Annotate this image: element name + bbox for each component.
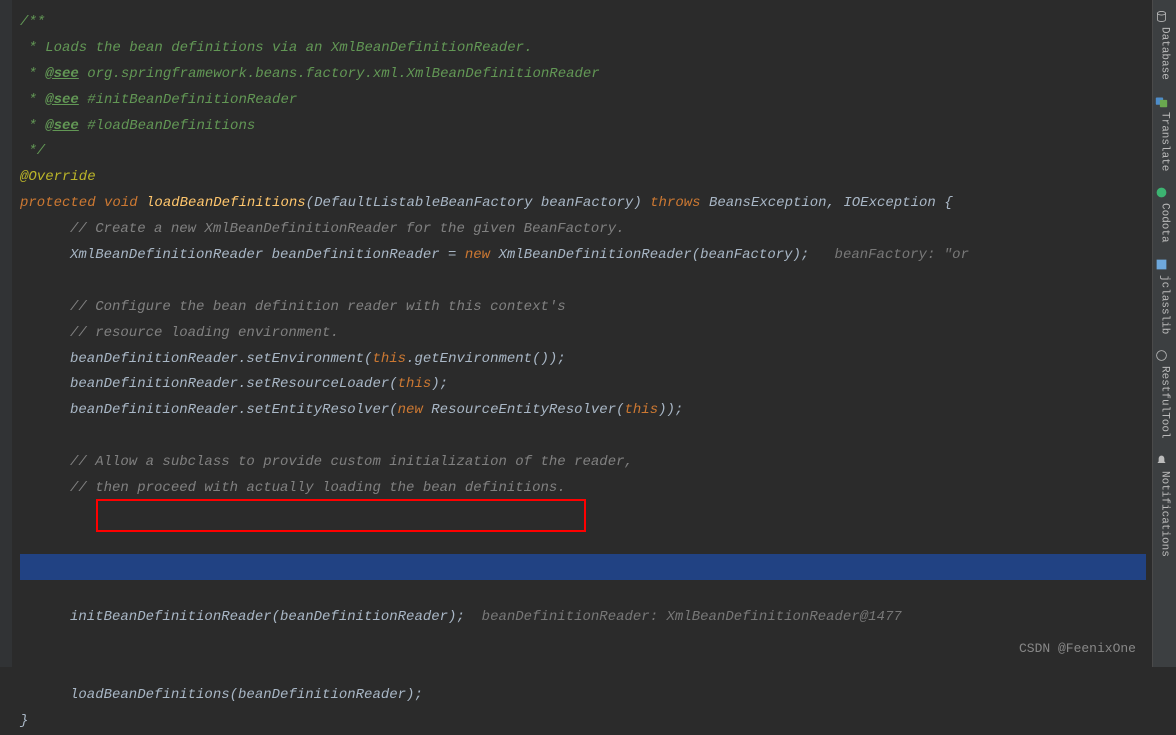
call-setenv-a: beanDefinitionReader.setEnvironment( bbox=[70, 351, 372, 367]
restful-icon bbox=[1158, 349, 1171, 362]
see-link-1: org.springframework.beans.factory.xml.Xm… bbox=[79, 66, 600, 82]
call-setresolver-a: beanDefinitionReader.setEntityResolver( bbox=[70, 402, 398, 418]
decl-1: XmlBeanDefinitionReader beanDefinitionRe… bbox=[70, 247, 465, 263]
inline-hint-1: beanFactory: "or bbox=[809, 247, 969, 263]
sidebar-item-database[interactable]: Database bbox=[1154, 10, 1174, 80]
sidebar-label: RestfulTool bbox=[1154, 366, 1174, 439]
comment-2: // Configure the bean definition reader … bbox=[70, 299, 566, 315]
database-icon bbox=[1158, 10, 1171, 23]
kw-this: this bbox=[625, 402, 659, 418]
sidebar-label: Codota bbox=[1154, 203, 1174, 243]
ctor-1: XmlBeanDefinitionReader(beanFactory); bbox=[498, 247, 809, 263]
bell-icon bbox=[1158, 454, 1171, 467]
sidebar-label: Database bbox=[1154, 27, 1174, 80]
method-name: loadBeanDefinitions bbox=[146, 195, 306, 211]
annotation-box bbox=[96, 499, 586, 532]
doc-see-3: * bbox=[20, 118, 45, 134]
jclasslib-icon bbox=[1158, 258, 1171, 271]
kw-this: this bbox=[398, 376, 432, 392]
kw-protected: protected bbox=[20, 195, 104, 211]
doc-see-1: * bbox=[20, 66, 45, 82]
sidebar-item-restfultool[interactable]: RestfulTool bbox=[1154, 349, 1174, 439]
sidebar-item-notifications[interactable]: Notifications bbox=[1154, 454, 1174, 557]
params: (DefaultListableBeanFactory beanFactory) bbox=[306, 195, 650, 211]
execution-highlight bbox=[20, 554, 1146, 580]
sidebar-item-codota[interactable]: Codota bbox=[1154, 186, 1174, 243]
call-setresolver-c: )); bbox=[658, 402, 683, 418]
close-brace: } bbox=[20, 713, 28, 729]
translate-icon bbox=[1158, 95, 1171, 108]
see-link-2: #initBeanDefinitionReader bbox=[79, 92, 297, 108]
doc-see-2: * bbox=[20, 92, 45, 108]
see-tag: @see bbox=[45, 118, 79, 134]
watermark: CSDN @FeenixOne bbox=[1019, 637, 1136, 661]
call-init: initBeanDefinitionReader(beanDefinitionR… bbox=[70, 609, 465, 625]
sidebar-label: Translate bbox=[1154, 112, 1174, 171]
call-setloader-b: ); bbox=[431, 376, 448, 392]
doc-line-1: * Loads the bean definitions via an XmlB… bbox=[20, 40, 532, 56]
sidebar-label: Notifications bbox=[1154, 471, 1174, 557]
doc-end: */ bbox=[20, 143, 45, 159]
see-tag: @see bbox=[45, 92, 79, 108]
doc-start: /** bbox=[20, 14, 45, 30]
call-setenv-b: .getEnvironment()); bbox=[406, 351, 566, 367]
kw-this: this bbox=[372, 351, 406, 367]
kw-throws: throws bbox=[650, 195, 709, 211]
call-setloader-a: beanDefinitionReader.setResourceLoader( bbox=[70, 376, 398, 392]
codota-icon bbox=[1158, 186, 1171, 199]
inline-hint-2: beanDefinitionReader: XmlBeanDefinitionR… bbox=[465, 609, 902, 625]
override-annotation: @Override bbox=[20, 169, 96, 185]
comment-1: // Create a new XmlBeanDefinitionReader … bbox=[70, 221, 625, 237]
comment-3: // resource loading environment. bbox=[70, 325, 339, 341]
call-load: loadBeanDefinitions(beanDefinitionReader… bbox=[70, 687, 423, 703]
see-tag: @see bbox=[45, 66, 79, 82]
kw-new: new bbox=[398, 402, 432, 418]
kw-void: void bbox=[104, 195, 146, 211]
code-editor[interactable]: /** * Loads the bean definitions via an … bbox=[0, 0, 1146, 667]
right-tool-sidebar: Database Translate Codota jclasslib Rest… bbox=[1152, 0, 1176, 667]
comment-5: // then proceed with actually loading th… bbox=[70, 480, 566, 496]
comment-4: // Allow a subclass to provide custom in… bbox=[70, 454, 633, 470]
sidebar-item-jclasslib[interactable]: jclasslib bbox=[1154, 258, 1174, 334]
sidebar-label: jclasslib bbox=[1154, 275, 1174, 334]
kw-new: new bbox=[465, 247, 499, 263]
gutter bbox=[0, 0, 12, 667]
exceptions: BeansException, IOException { bbox=[709, 195, 953, 211]
sidebar-item-translate[interactable]: Translate bbox=[1154, 95, 1174, 171]
see-link-3: #loadBeanDefinitions bbox=[79, 118, 255, 134]
call-setresolver-b: ResourceEntityResolver( bbox=[431, 402, 624, 418]
